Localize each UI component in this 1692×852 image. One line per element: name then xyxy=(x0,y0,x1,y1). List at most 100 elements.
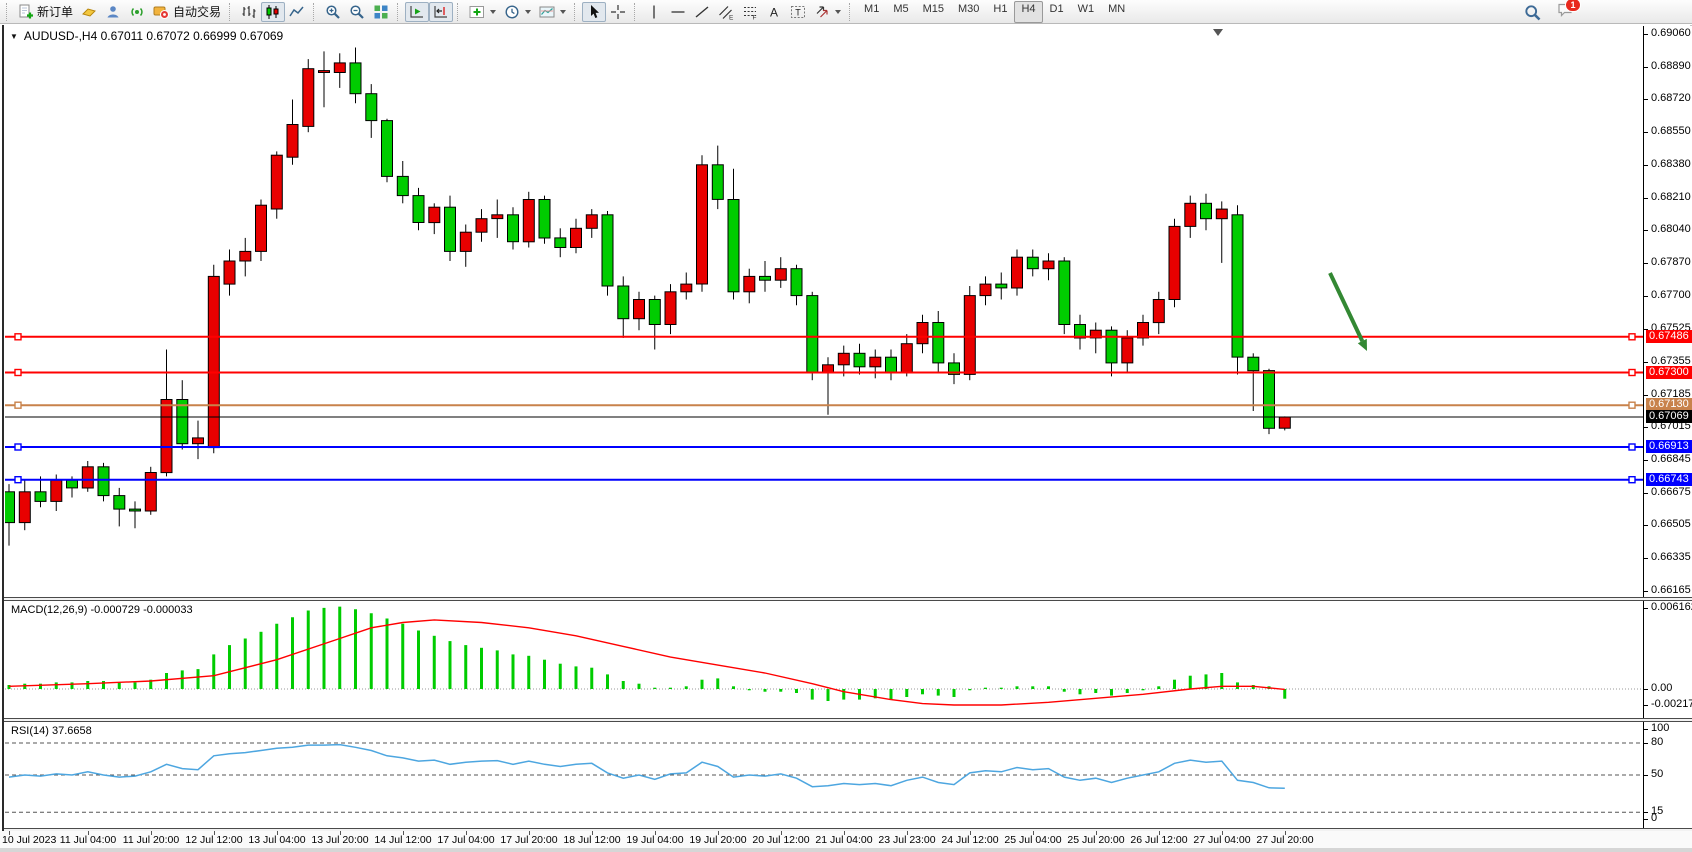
templates-button[interactable] xyxy=(535,2,570,22)
arrow-object[interactable] xyxy=(1330,273,1362,341)
price-tick-label: 0.68550 xyxy=(1651,125,1691,137)
toolbar-grip[interactable] xyxy=(849,3,853,21)
crosshair-button[interactable] xyxy=(606,2,630,22)
timeframe-w1[interactable]: W1 xyxy=(1071,1,1102,23)
periods-icon xyxy=(504,4,520,20)
toolbar-grip[interactable] xyxy=(634,3,638,21)
candle-body xyxy=(980,284,991,296)
rsi-panel-canvas[interactable] xyxy=(5,722,1643,828)
styles-icon xyxy=(81,4,97,20)
macd-panel-canvas[interactable] xyxy=(5,601,1643,718)
line-endpoint-marker[interactable] xyxy=(1629,370,1635,376)
channel-icon: E xyxy=(718,4,734,20)
timeframe-m15[interactable]: M15 xyxy=(916,1,951,23)
search-icon[interactable] xyxy=(1524,4,1541,21)
text-icon: A xyxy=(766,4,782,20)
rsi-axis[interactable]: 1008050150 xyxy=(1643,722,1692,828)
price-tickmark xyxy=(1644,165,1648,166)
candle-body xyxy=(697,165,708,284)
periods-button[interactable] xyxy=(500,2,535,22)
timeframe-mn[interactable]: MN xyxy=(1101,1,1132,23)
templates-icon xyxy=(539,4,555,20)
auto-scroll-button[interactable] xyxy=(405,2,429,22)
time-tick-label: 17 Jul 04:00 xyxy=(437,834,494,846)
macd-axis[interactable]: 0.0061620.00-0.002178 xyxy=(1643,601,1692,718)
line-endpoint-marker[interactable] xyxy=(15,402,21,408)
equidistant-channel-button[interactable]: E xyxy=(714,2,738,22)
toolbar-grip[interactable] xyxy=(313,3,317,21)
bar-chart-button[interactable] xyxy=(237,2,261,22)
line-endpoint-marker[interactable] xyxy=(15,444,21,450)
cursor-button[interactable] xyxy=(582,2,606,22)
chart-shift-button[interactable] xyxy=(429,2,453,22)
profile-icon xyxy=(105,4,121,20)
arrows-button[interactable] xyxy=(810,2,845,22)
indicators-button[interactable] xyxy=(465,2,500,22)
candle-body xyxy=(901,344,912,373)
candle-body xyxy=(744,276,755,291)
toolbar-grip[interactable] xyxy=(6,3,10,21)
toolbar-grip[interactable] xyxy=(457,3,461,21)
timeframe-m30[interactable]: M30 xyxy=(951,1,986,23)
candle-body xyxy=(665,292,676,325)
styles-button[interactable] xyxy=(77,2,101,22)
line-chart-button[interactable] xyxy=(285,2,309,22)
price-tick-label: 0.66845 xyxy=(1651,453,1691,465)
toolbar-grip[interactable] xyxy=(574,3,578,21)
symbol-dropdown-icon[interactable]: ▼ xyxy=(10,32,18,41)
price-tickmark xyxy=(1644,362,1648,363)
horizontal-line-button[interactable] xyxy=(666,2,690,22)
fibonacci-button[interactable]: F xyxy=(738,2,762,22)
timeframe-h1[interactable]: H1 xyxy=(986,1,1014,23)
line-endpoint-marker[interactable] xyxy=(15,477,21,483)
line-endpoint-marker[interactable] xyxy=(1629,334,1635,340)
auto-trading-button[interactable]: 自动交易 xyxy=(149,2,225,22)
time-tick-label: 19 Jul 04:00 xyxy=(626,834,683,846)
price-tickmark xyxy=(1644,460,1648,461)
toolbar-grip[interactable] xyxy=(397,3,401,21)
tile-windows-button[interactable] xyxy=(369,2,393,22)
signal-button[interactable] xyxy=(125,2,149,22)
time-axis[interactable]: 10 Jul 202311 Jul 04:0011 Jul 20:0012 Ju… xyxy=(0,831,1692,848)
candle-body xyxy=(618,286,629,319)
line-endpoint-marker[interactable] xyxy=(1629,477,1635,483)
vertical-line-button[interactable] xyxy=(642,2,666,22)
candle-body xyxy=(256,205,267,251)
timeframe-d1[interactable]: D1 xyxy=(1043,1,1071,23)
rsi-tick-label: 50 xyxy=(1651,768,1663,780)
candle-body xyxy=(382,121,393,177)
toolbar-grip[interactable] xyxy=(229,3,233,21)
line-endpoint-marker[interactable] xyxy=(1629,402,1635,408)
zoom-in-button[interactable] xyxy=(321,2,345,22)
line-endpoint-marker[interactable] xyxy=(15,370,21,376)
candle-body xyxy=(712,165,723,200)
profile-button[interactable] xyxy=(101,2,125,22)
new-order-button[interactable]: 新订单 xyxy=(14,2,77,22)
candle-body xyxy=(445,207,456,251)
candle-body xyxy=(1248,357,1259,371)
trendline-button[interactable] xyxy=(690,2,714,22)
candle-body xyxy=(67,480,78,488)
chat-button[interactable]: 1 xyxy=(1557,2,1574,23)
timeframe-m5[interactable]: M5 xyxy=(886,1,915,23)
time-tick-label: 11 Jul 20:00 xyxy=(123,834,179,846)
text-label-button[interactable]: T xyxy=(786,2,810,22)
zoom-out-button[interactable] xyxy=(345,2,369,22)
candle-body xyxy=(1169,226,1180,299)
macd-tick-label: 0.006162 xyxy=(1651,601,1692,613)
line-endpoint-marker[interactable] xyxy=(15,334,21,340)
line-endpoint-marker[interactable] xyxy=(1629,444,1635,450)
text-button[interactable]: A xyxy=(762,2,786,22)
price-axis[interactable]: 0.690600.688900.687200.685500.683800.682… xyxy=(1643,26,1692,597)
timeframe-m1[interactable]: M1 xyxy=(857,1,886,23)
candle-body xyxy=(634,300,645,319)
time-tick-label: 27 Jul 04:00 xyxy=(1193,834,1250,846)
price-tick-label: 0.67870 xyxy=(1651,256,1691,268)
candlestick-chart-button[interactable] xyxy=(261,2,285,22)
rsi-tickmark xyxy=(1644,729,1648,730)
price-chart-canvas[interactable] xyxy=(5,26,1643,597)
candle-body xyxy=(145,473,156,512)
shift-marker-icon[interactable] xyxy=(1213,29,1223,36)
timeframe-h4[interactable]: H4 xyxy=(1014,1,1042,23)
rsi-tickmark xyxy=(1644,775,1648,776)
